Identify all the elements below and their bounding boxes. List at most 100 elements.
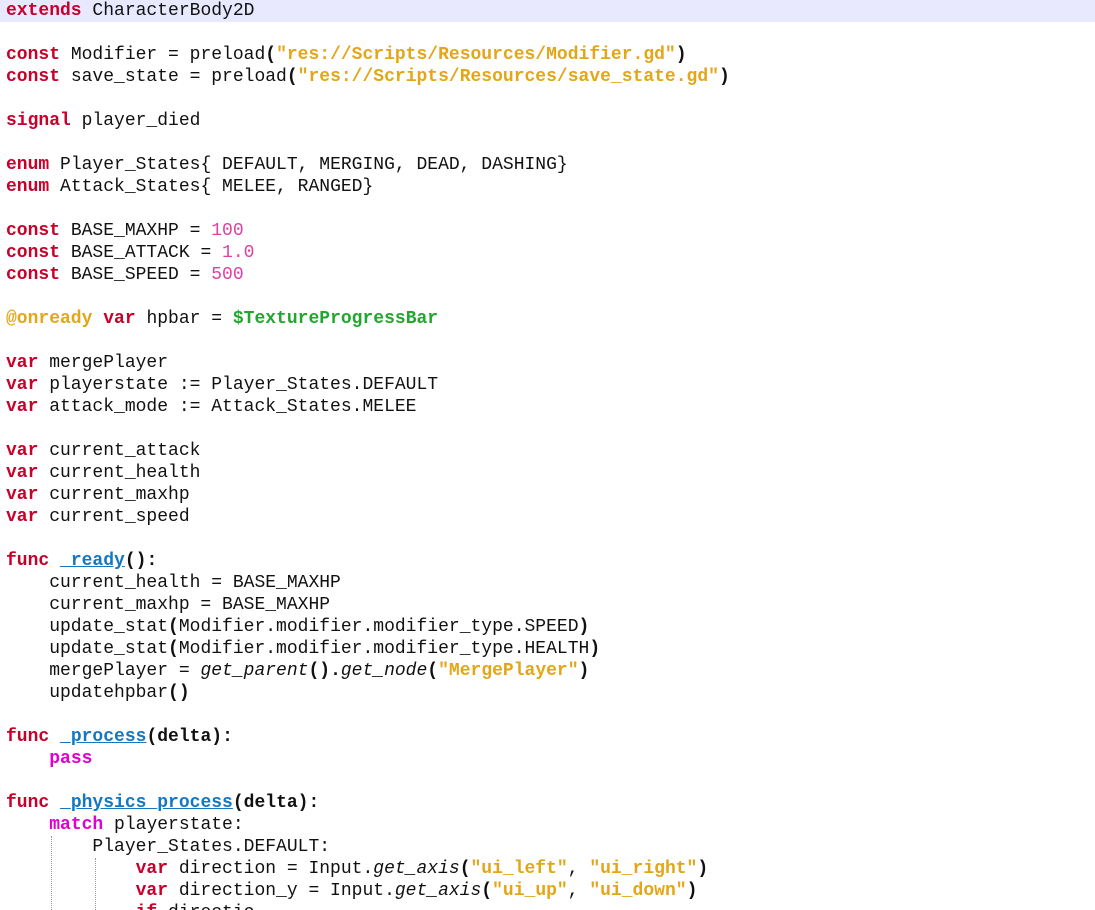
code-line[interactable] <box>0 22 1095 44</box>
code-token: Player_States{ DEFAULT, MERGING, DEAD, D… <box>49 155 568 175</box>
code-line[interactable] <box>0 198 1095 220</box>
code-token: const <box>6 265 61 285</box>
code-token: _process <box>60 727 147 747</box>
code-token: BASE_ATTACK = <box>60 243 223 263</box>
code-line[interactable] <box>0 132 1095 154</box>
code-token: var <box>103 309 136 329</box>
code-token: var <box>135 859 169 879</box>
code-line[interactable]: signal player_died <box>0 110 1095 132</box>
code-token: ( <box>265 45 277 65</box>
code-token: current_maxhp = BASE_MAXHP <box>6 595 331 615</box>
code-token: mergePlayer <box>38 353 169 373</box>
code-line[interactable]: enum Player_States{ DEFAULT, MERGING, DE… <box>0 154 1095 176</box>
code-token: attack_mode := Attack_States.MELEE <box>38 397 417 417</box>
code-token: playerstate := Player_States.DEFAULT <box>38 375 439 395</box>
code-token: directio <box>157 903 254 910</box>
code-editor[interactable]: extends CharacterBody2D const Modifier =… <box>0 0 1095 910</box>
code-token: "ui_right" <box>589 859 698 879</box>
code-token: CharacterBody2D <box>81 1 255 21</box>
code-line[interactable]: current_maxhp = BASE_MAXHP <box>0 594 1095 616</box>
code-token: $TextureProgressBar <box>232 309 439 329</box>
code-line[interactable]: const BASE_ATTACK = 1.0 <box>0 242 1095 264</box>
code-token: var <box>135 881 169 901</box>
code-line[interactable]: const BASE_SPEED = 500 <box>0 264 1095 286</box>
code-line[interactable] <box>0 704 1095 726</box>
code-token: var <box>6 485 39 505</box>
code-token: "MergePlayer" <box>438 661 579 681</box>
code-token: var <box>6 441 39 461</box>
code-line[interactable] <box>0 528 1095 550</box>
code-token: hpbar = <box>135 309 233 329</box>
code-line[interactable]: var playerstate := Player_States.DEFAULT <box>0 374 1095 396</box>
code-token: ) <box>589 639 601 659</box>
code-line[interactable]: const save_state = preload("res://Script… <box>0 66 1095 88</box>
indent-guide <box>51 836 52 910</box>
code-line[interactable]: mergePlayer = get_parent().get_node("Mer… <box>0 660 1095 682</box>
code-token: "res://Scripts/Resources/Modifier.gd" <box>276 45 676 65</box>
code-line[interactable] <box>0 286 1095 308</box>
code-line[interactable]: enum Attack_States{ MELEE, RANGED} <box>0 176 1095 198</box>
code-line[interactable]: var current_maxhp <box>0 484 1095 506</box>
code-line[interactable]: match playerstate: <box>0 814 1095 836</box>
code-line[interactable]: updatehpbar() <box>0 682 1095 704</box>
code-token: "ui_up" <box>492 881 568 901</box>
code-line[interactable] <box>0 770 1095 792</box>
code-line[interactable]: update_stat(Modifier.modifier.modifier_t… <box>0 616 1095 638</box>
code-token: if <box>136 903 158 910</box>
code-token: update_stat <box>6 617 169 637</box>
code-line[interactable] <box>0 330 1095 352</box>
code-line[interactable]: func _physics_process(delta): <box>0 792 1095 814</box>
code-token: (delta): <box>146 727 233 747</box>
code-token: const <box>6 243 61 263</box>
code-line[interactable] <box>0 418 1095 440</box>
code-token: save_state = preload <box>60 67 287 87</box>
code-token: direction_y = Input. <box>168 881 395 901</box>
code-line[interactable]: pass <box>0 748 1095 770</box>
code-token: () <box>168 683 190 703</box>
code-line[interactable]: var direction = Input.get_axis("ui_left"… <box>0 858 1095 880</box>
code-token: ( <box>168 639 179 659</box>
code-token: extends <box>6 1 82 21</box>
code-line[interactable]: var current_speed <box>0 506 1095 528</box>
code-line[interactable]: Player_States.DEFAULT: <box>0 836 1095 858</box>
code-token: updatehpbar <box>6 683 169 703</box>
code-line[interactable]: current_health = BASE_MAXHP <box>0 572 1095 594</box>
code-line[interactable]: if directio <box>0 902 1095 910</box>
code-line[interactable]: func _process(delta): <box>0 726 1095 748</box>
code-token: BASE_SPEED = <box>60 265 212 285</box>
code-token: ) <box>686 881 698 901</box>
code-line[interactable]: func _ready(): <box>0 550 1095 572</box>
code-line[interactable]: update_stat(Modifier.modifier.modifier_t… <box>0 638 1095 660</box>
code-line[interactable]: const BASE_MAXHP = 100 <box>0 220 1095 242</box>
code-token: signal <box>6 111 71 131</box>
code-line[interactable] <box>0 88 1095 110</box>
code-line[interactable]: var mergePlayer <box>0 352 1095 374</box>
code-token: direction = Input. <box>168 859 374 879</box>
code-token: (): <box>124 551 158 571</box>
code-token: "ui_left" <box>470 859 568 879</box>
code-line[interactable]: extends CharacterBody2D <box>0 0 1095 22</box>
code-token: "res://Scripts/Resources/save_state.gd" <box>297 67 719 87</box>
code-line[interactable]: var current_attack <box>0 440 1095 462</box>
code-token: "ui_down" <box>589 881 687 901</box>
code-token: , <box>567 881 590 901</box>
code-line[interactable]: var current_health <box>0 462 1095 484</box>
code-token: Modifier = preload <box>60 45 266 65</box>
code-token: BASE_MAXHP = <box>60 221 212 241</box>
code-lines: extends CharacterBody2D const Modifier =… <box>0 0 1095 910</box>
code-token: var <box>6 375 39 395</box>
code-line[interactable]: const Modifier = preload("res://Scripts/… <box>0 44 1095 66</box>
code-token: func <box>6 727 50 747</box>
code-token: , <box>567 859 590 879</box>
code-token: get_axis <box>373 859 460 879</box>
code-token: const <box>6 221 61 241</box>
code-token: 500 <box>211 265 244 285</box>
code-line[interactable]: var direction_y = Input.get_axis("ui_up"… <box>0 880 1095 902</box>
code-token: const <box>6 67 61 87</box>
code-token: Modifier.modifier.modifier_type.SPEED <box>178 617 579 637</box>
code-line[interactable]: var attack_mode := Attack_States.MELEE <box>0 396 1095 418</box>
code-line[interactable]: @onready var hpbar = $TextureProgressBar <box>0 308 1095 330</box>
